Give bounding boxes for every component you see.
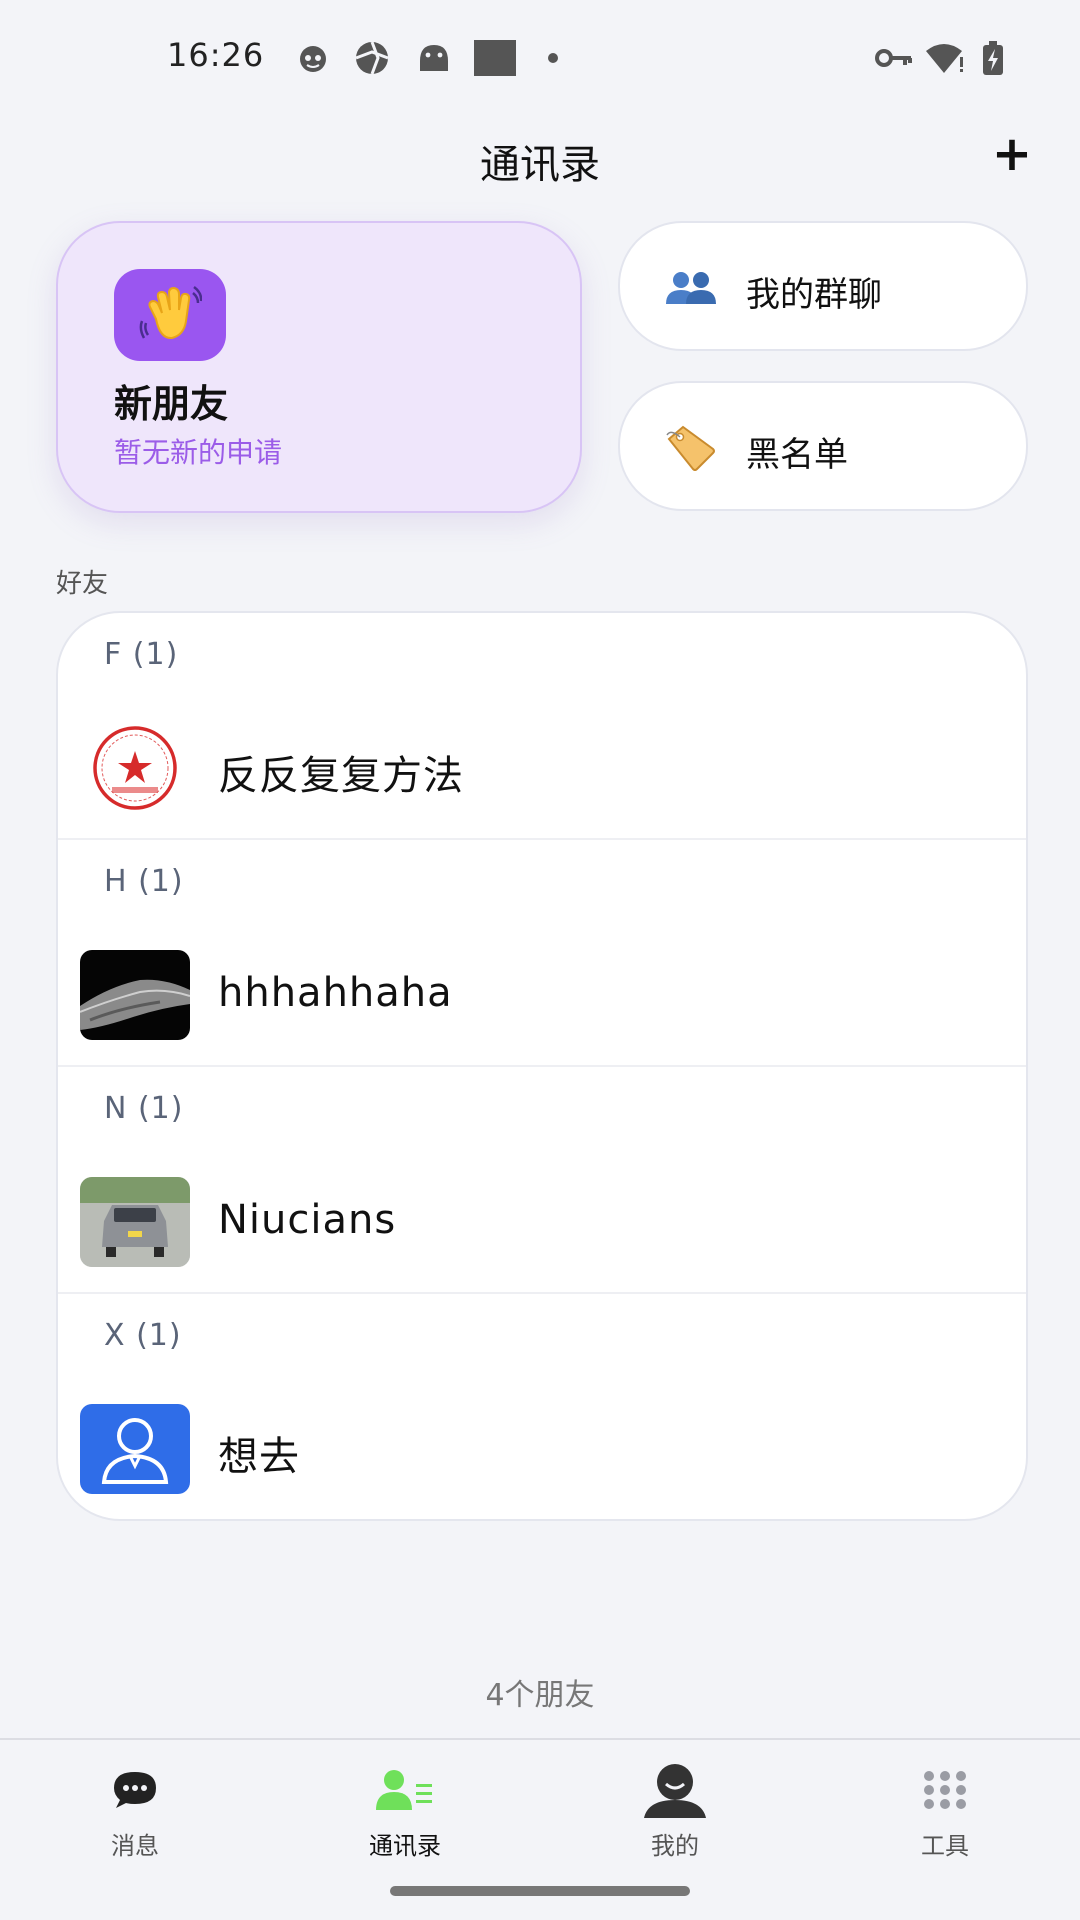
nav-label: 通讯录 bbox=[369, 1832, 441, 1860]
contact-name: 想去 bbox=[218, 1434, 300, 1480]
contact-name: Niucians bbox=[218, 1197, 397, 1243]
contact-name: hhhahhaha bbox=[218, 970, 453, 1016]
group-f: F (1) 反反复复方法 bbox=[58, 613, 1026, 840]
page-title: 通讯录 bbox=[480, 142, 600, 188]
my-groups-card[interactable]: 我的群聊 bbox=[618, 221, 1028, 351]
header: 通讯录 + bbox=[0, 120, 1080, 200]
my-groups-label: 我的群聊 bbox=[746, 275, 882, 315]
blacklist-label: 黑名单 bbox=[746, 435, 848, 475]
grid-icon bbox=[910, 1762, 980, 1818]
vpn-key-icon bbox=[874, 40, 914, 76]
group-n: N (1) Niucians bbox=[58, 1067, 1026, 1294]
wifi-alert-icon bbox=[924, 40, 966, 76]
new-friends-title: 新朋友 bbox=[114, 382, 229, 426]
contact-row[interactable]: 反反复复方法 bbox=[58, 693, 1026, 833]
cat-face-icon bbox=[295, 40, 331, 76]
nav-tools[interactable]: 工具 bbox=[845, 1762, 1045, 1872]
chat-bubble-icon bbox=[100, 1762, 170, 1818]
nav-label: 我的 bbox=[651, 1832, 699, 1860]
group-header: N (1) bbox=[104, 1091, 184, 1126]
group-x: X (1) 想去 bbox=[58, 1294, 1026, 1519]
contact-row[interactable]: Niucians bbox=[58, 1147, 1026, 1287]
contact-row[interactable]: hhhahhaha bbox=[58, 920, 1026, 1060]
nav-contacts[interactable]: 通讯录 bbox=[305, 1762, 505, 1872]
nav-profile[interactable]: 我的 bbox=[575, 1762, 775, 1872]
square-notification-icon bbox=[474, 40, 516, 76]
group-icon bbox=[664, 263, 718, 313]
group-header: X (1) bbox=[104, 1318, 182, 1353]
android-icon bbox=[416, 40, 452, 76]
nav-messages[interactable]: 消息 bbox=[35, 1762, 235, 1872]
contact-name: 反反复复方法 bbox=[218, 753, 464, 799]
contacts-screen: 16:26 通讯录 + 新朋友 暂无新的申请 我的群聊 黑名单 好友 F (1)… bbox=[0, 0, 1080, 1920]
friend-count: 4个朋友 bbox=[485, 1678, 595, 1713]
home-indicator[interactable] bbox=[390, 1886, 690, 1896]
nav-label: 消息 bbox=[111, 1832, 159, 1860]
add-button[interactable]: + bbox=[984, 126, 1040, 182]
status-time: 16:26 bbox=[167, 36, 265, 74]
blacklist-card[interactable]: 黑名单 bbox=[618, 381, 1028, 511]
tag-icon bbox=[664, 423, 718, 473]
contacts-icon bbox=[370, 1762, 440, 1818]
group-header: F (1) bbox=[104, 637, 179, 672]
group-header: H (1) bbox=[104, 864, 184, 899]
aperture-icon bbox=[354, 40, 390, 76]
stamp-seal-avatar bbox=[80, 723, 190, 813]
dot-icon bbox=[546, 40, 560, 76]
status-bar: 16:26 bbox=[0, 0, 1080, 110]
default-user-avatar bbox=[80, 1404, 190, 1494]
waving-hand-icon bbox=[114, 269, 226, 361]
contact-row[interactable]: 想去 bbox=[58, 1374, 1026, 1514]
new-friends-card[interactable]: 新朋友 暂无新的申请 bbox=[56, 221, 582, 513]
profile-icon bbox=[640, 1762, 710, 1818]
dark-landscape-avatar bbox=[80, 950, 190, 1040]
new-friends-subtitle: 暂无新的申请 bbox=[114, 436, 283, 469]
group-h: H (1) hhhahhaha bbox=[58, 840, 1026, 1067]
car-photo-avatar bbox=[80, 1177, 190, 1267]
friends-list: F (1) 反反复复方法 H (1) hhhahhaha N (1) Niuci… bbox=[56, 611, 1028, 1521]
friends-section-label: 好友 bbox=[56, 569, 109, 599]
battery-charging-icon bbox=[978, 40, 1008, 76]
nav-label: 工具 bbox=[921, 1832, 969, 1860]
